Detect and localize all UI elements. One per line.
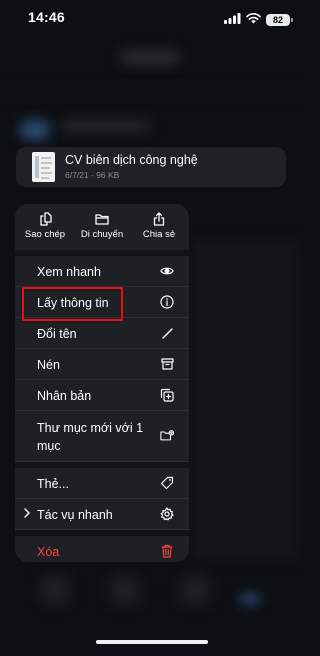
tag-icon <box>160 476 174 490</box>
menu-item-compress[interactable]: Nén <box>15 349 189 380</box>
menu-item-quick-actions[interactable]: Tác vụ nhanh <box>15 499 189 530</box>
highlight-annotation-box <box>22 287 123 321</box>
duplicate-plus-icon <box>160 388 174 402</box>
menu-item-preview[interactable]: Xem nhanh <box>15 256 189 287</box>
battery-icon: 82 <box>266 14 293 26</box>
tags-label: Thẻ... <box>37 477 69 491</box>
pencil-icon <box>160 326 174 340</box>
signal-icon <box>224 11 241 29</box>
chevron-right-icon <box>24 508 30 521</box>
file-preview-card[interactable]: CV biên dịch công nghệ 6/7/21 - 96 KB <box>16 147 286 187</box>
compress-label: Nén <box>37 358 60 372</box>
copy-button[interactable]: Sao chép <box>17 204 73 250</box>
file-meta: 6/7/21 - 96 KB <box>65 170 120 180</box>
move-button[interactable]: Di chuyển <box>73 204 131 250</box>
move-label: Di chuyển <box>80 229 124 240</box>
menu-item-duplicate[interactable]: Nhân bản <box>15 380 189 411</box>
status-time: 14:46 <box>28 9 65 25</box>
copy-icon <box>39 212 52 226</box>
status-bar: 14:46 82 <box>0 0 304 34</box>
quick-actions-label: Tác vụ nhanh <box>37 508 113 522</box>
trash-icon <box>160 544 174 558</box>
gear-icon <box>160 507 174 521</box>
home-indicator[interactable] <box>96 640 208 644</box>
menu-item-delete[interactable]: Xóa <box>15 536 189 562</box>
share-icon <box>153 212 165 226</box>
folder-icon <box>95 212 109 226</box>
archive-box-icon <box>160 357 174 371</box>
rename-label: Đổi tên <box>37 327 77 341</box>
copy-label: Sao chép <box>24 229 66 240</box>
eye-icon <box>160 264 174 278</box>
preview-label: Xem nhanh <box>37 265 101 279</box>
menu-item-new-folder[interactable]: Thư mục mới với 1 mục <box>15 411 189 462</box>
share-button[interactable]: Chia sẻ <box>131 204 187 250</box>
duplicate-label: Nhân bản <box>37 389 92 403</box>
delete-label: Xóa <box>37 545 60 559</box>
quick-actions-row: Sao chép Di chuyển Chia sẻ <box>15 204 189 256</box>
info-icon <box>160 295 174 309</box>
document-thumbnail <box>32 152 55 182</box>
menu-item-tags[interactable]: Thẻ... <box>15 468 189 499</box>
file-name: CV biên dịch công nghệ <box>65 153 198 167</box>
context-menu: Sao chép Di chuyển Chia sẻ Xem nhanh Lấy… <box>15 204 189 562</box>
new-folder-label: Thư mục mới với 1 mục <box>37 421 144 453</box>
wifi-icon <box>246 11 261 29</box>
folder-badge-plus-icon <box>160 428 174 442</box>
share-label: Chia sẻ <box>142 229 176 240</box>
menu-item-rename[interactable]: Đổi tên <box>15 318 189 349</box>
